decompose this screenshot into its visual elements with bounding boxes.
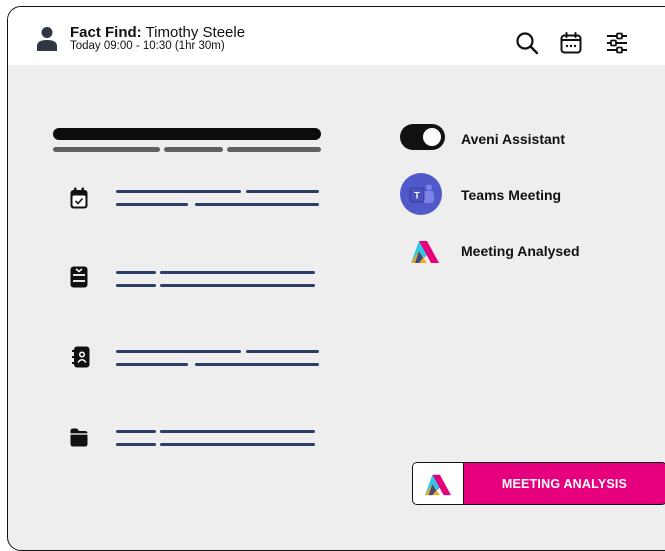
app-window: Fact Find: Timothy Steele Today 09:00 - … bbox=[7, 6, 665, 551]
placeholder-line bbox=[160, 443, 315, 446]
meeting-analysis-button[interactable]: MEETING ANALYSIS bbox=[412, 462, 665, 505]
meeting-analysed-label: Meeting Analysed bbox=[461, 243, 580, 259]
placeholder-line bbox=[116, 284, 156, 287]
placeholder-line bbox=[195, 203, 319, 206]
placeholder-line bbox=[160, 271, 315, 274]
teams-icon: T bbox=[400, 173, 442, 215]
meeting-analysis-button-label: MEETING ANALYSIS bbox=[501, 476, 628, 491]
placeholder-line bbox=[116, 350, 241, 353]
teams-meeting-label: Teams Meeting bbox=[461, 187, 562, 203]
placeholder-line bbox=[160, 284, 315, 287]
placeholder-line bbox=[160, 430, 315, 433]
placeholder-line bbox=[116, 430, 156, 433]
subheading-placeholder bbox=[164, 147, 223, 152]
subheading-placeholder bbox=[227, 147, 321, 152]
aveni-logo-icon bbox=[411, 241, 439, 263]
subheading-placeholder bbox=[53, 147, 160, 152]
aveni-assistant-label: Aveni Assistant bbox=[461, 131, 565, 147]
folder-icon bbox=[70, 428, 88, 447]
search-icon[interactable] bbox=[515, 31, 539, 55]
user-icon bbox=[37, 27, 57, 51]
button-logo-box bbox=[413, 463, 464, 504]
placeholder-line bbox=[116, 363, 188, 366]
placeholder-line bbox=[116, 443, 156, 446]
filter-sliders-icon[interactable] bbox=[605, 31, 629, 55]
header: Fact Find: Timothy Steele Today 09:00 - … bbox=[8, 7, 665, 65]
placeholder-line bbox=[195, 363, 319, 366]
placeholder-line bbox=[246, 190, 319, 193]
assistant-toggle[interactable] bbox=[400, 124, 445, 150]
placeholder-line bbox=[246, 350, 319, 353]
inbox-icon bbox=[70, 266, 88, 288]
calendar-icon[interactable] bbox=[559, 31, 583, 55]
heading-placeholder bbox=[53, 128, 321, 140]
placeholder-line bbox=[116, 190, 241, 193]
aveni-logo-icon bbox=[425, 474, 451, 496]
calendar-check-icon bbox=[70, 187, 88, 209]
placeholder-line bbox=[116, 271, 156, 274]
svg-text:T: T bbox=[414, 191, 420, 201]
meeting-time: Today 09:00 - 10:30 (1hr 30m) bbox=[70, 40, 225, 52]
page-title: Fact Find: Timothy Steele bbox=[70, 24, 246, 41]
placeholder-line bbox=[116, 203, 188, 206]
contacts-book-icon bbox=[72, 346, 90, 368]
